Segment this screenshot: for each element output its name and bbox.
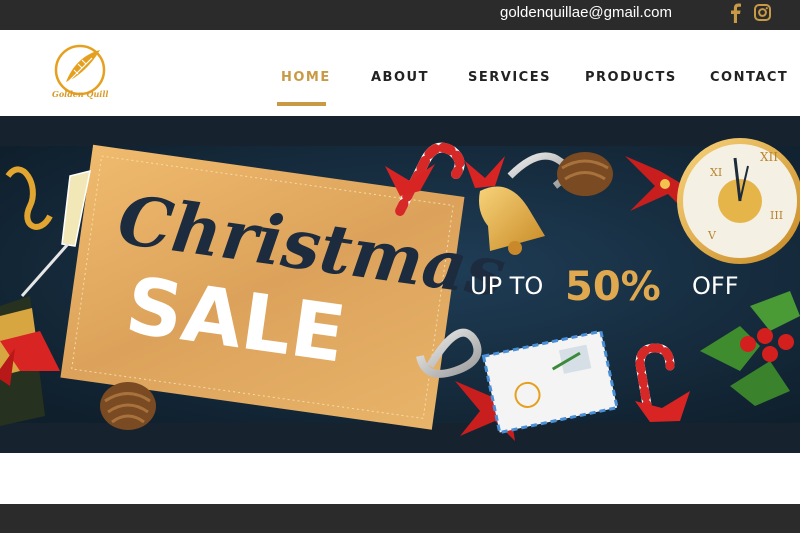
- instagram-icon[interactable]: [754, 4, 771, 21]
- promo-suffix: OFF: [692, 272, 739, 300]
- brand-name: Golden Quill: [52, 89, 109, 99]
- pine-cone-icon: [100, 382, 156, 430]
- nav-home[interactable]: HOME: [281, 70, 331, 85]
- content-spacer: [0, 453, 800, 504]
- promo-value: 50%: [565, 264, 661, 310]
- nav-products[interactable]: PRODUCTS: [585, 70, 677, 85]
- svg-text:XII: XII: [760, 150, 778, 164]
- svg-text:III: III: [770, 209, 783, 222]
- pine-cone-top-icon: [557, 152, 613, 196]
- contact-email[interactable]: goldenquillae@gmail.com: [500, 4, 672, 21]
- svg-text:XI: XI: [710, 166, 722, 179]
- nav-about[interactable]: ABOUT: [371, 70, 429, 85]
- nav-active-indicator: [277, 102, 326, 106]
- nav-services[interactable]: SERVICES: [468, 70, 551, 85]
- main-navbar: Golden Quill HOME ABOUT SERVICES PRODUCT…: [0, 30, 800, 116]
- christmas-sale-banner[interactable]: Christmas SALE XII XI III V UP TO 50% OF…: [0, 116, 800, 453]
- nav-contact[interactable]: CONTACT: [710, 70, 788, 85]
- promo-prefix: UP TO: [470, 272, 543, 300]
- clock-icon: XII XI III V: [677, 138, 800, 264]
- footer-bar: [0, 504, 800, 533]
- facebook-icon[interactable]: [728, 3, 742, 23]
- svg-text:V: V: [707, 229, 717, 242]
- top-bar: goldenquillae@gmail.com: [0, 0, 800, 30]
